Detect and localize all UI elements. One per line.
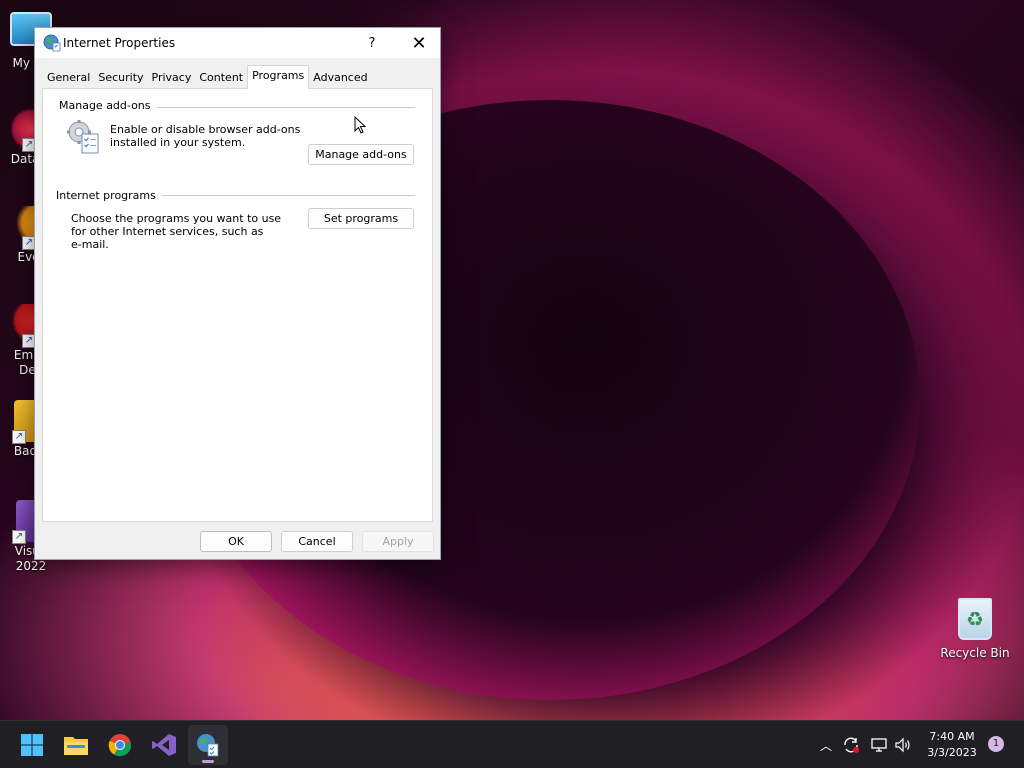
clock[interactable]: 7:40 AM 3/3/2023 <box>920 729 984 761</box>
description-line: e-mail. <box>71 238 109 251</box>
section-divider <box>149 195 415 196</box>
manage-addons-button[interactable]: Manage add-ons <box>308 144 414 165</box>
description-line: installed in your system. <box>110 136 246 149</box>
taskbar-internet-properties[interactable] <box>188 725 228 765</box>
tab-programs[interactable]: Programs <box>247 65 310 89</box>
programs-tab-panel: Manage add-ons Enable or disable browser… <box>42 88 433 522</box>
close-button[interactable]: ✕ <box>403 28 435 58</box>
volume-button[interactable] <box>892 721 914 768</box>
close-icon: ✕ <box>411 32 427 54</box>
description-line: Choose the programs you want to use <box>71 212 282 225</box>
recycle-bin-label: Recycle Bin <box>940 646 1010 660</box>
cancel-button[interactable]: Cancel <box>281 531 353 552</box>
speaker-icon <box>895 737 910 753</box>
title-bar[interactable]: Internet Properties ? ✕ <box>35 28 440 58</box>
globe-icon <box>43 34 61 52</box>
internet-properties-icon <box>197 734 219 757</box>
shortcut-arrow-icon: ↗ <box>12 530 26 544</box>
sync-status-button[interactable] <box>840 721 862 768</box>
tab-general[interactable]: General <box>43 68 94 88</box>
apply-button[interactable]: Apply <box>362 531 434 552</box>
notification-badge[interactable]: 1 <box>988 736 1004 752</box>
start-button[interactable] <box>12 725 52 765</box>
tab-strip: General Security Privacy Content Program… <box>43 65 372 89</box>
sync-icon <box>844 737 859 753</box>
description-line: for other Internet services, such as <box>71 225 264 238</box>
taskbar-file-explorer[interactable] <box>56 725 96 765</box>
addons-gear-icon <box>67 120 99 154</box>
tab-advanced[interactable]: Advanced <box>309 68 371 88</box>
shortcut-arrow-icon: ↗ <box>12 430 26 444</box>
start-icon <box>21 734 43 756</box>
dialog-title: Internet Properties <box>63 36 176 50</box>
desktop-icon-recycle-bin[interactable]: ♻ Recycle Bin <box>940 598 1010 660</box>
mouse-cursor-icon <box>354 116 366 134</box>
ok-button[interactable]: OK <box>200 531 272 552</box>
help-button[interactable]: ? <box>357 28 387 58</box>
manage-addons-description: Enable or disable browser add-ons instal… <box>110 123 300 149</box>
taskbar-chrome[interactable] <box>100 725 140 765</box>
chevron-up-icon: ︿ <box>819 738 832 753</box>
chrome-icon <box>108 734 132 757</box>
clock-time: 7:40 AM <box>929 730 975 743</box>
taskbar: ︿ 7:40 AM 3/3/2023 <box>0 720 1024 768</box>
section-divider <box>149 107 415 108</box>
tab-security[interactable]: Security <box>94 68 147 88</box>
visual-studio-icon <box>152 734 176 756</box>
file-explorer-icon <box>64 737 88 755</box>
network-icon <box>871 738 887 752</box>
manage-addons-heading: Manage add-ons <box>59 99 157 112</box>
show-hidden-icons-button[interactable]: ︿ <box>816 721 836 768</box>
recycle-bin-icon: ♻ <box>958 598 992 640</box>
tab-content[interactable]: Content <box>195 68 247 88</box>
tab-privacy[interactable]: Privacy <box>148 68 196 88</box>
clock-date: 3/3/2023 <box>927 746 977 759</box>
internet-programs-description: Choose the programs you want to use for … <box>71 212 281 251</box>
network-button[interactable] <box>868 721 890 768</box>
internet-properties-dialog: Internet Properties ? ✕ General Security… <box>34 27 441 560</box>
internet-programs-heading: Internet programs <box>56 189 162 202</box>
set-programs-button[interactable]: Set programs <box>308 208 414 229</box>
taskbar-visual-studio[interactable] <box>144 725 184 765</box>
description-line: Enable or disable browser add-ons <box>110 123 301 136</box>
visual-studio-icon: ↗ <box>12 500 36 544</box>
